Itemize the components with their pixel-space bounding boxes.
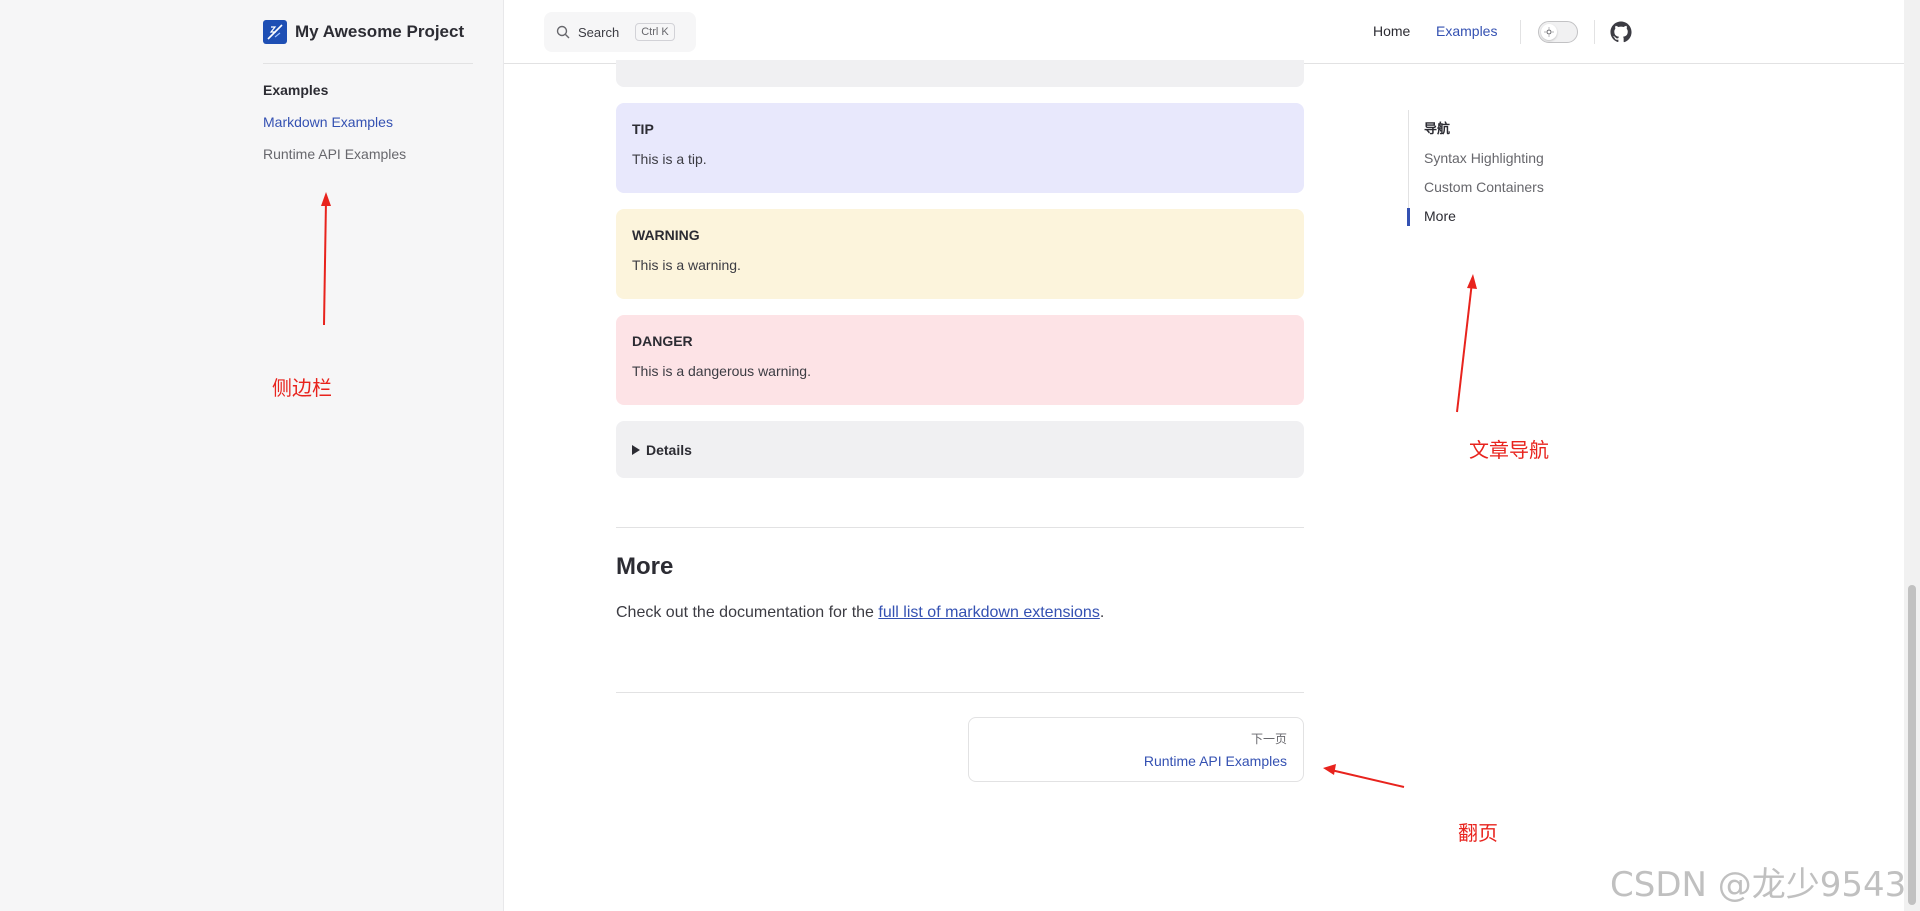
page-outline: 导航 Syntax Highlighting Custom Containers… — [1407, 110, 1608, 226]
nav-link-home[interactable]: Home — [1373, 23, 1410, 39]
section-title-more: More — [616, 553, 674, 580]
sidebar: My Awesome Project Examples Markdown Exa… — [0, 0, 504, 911]
triangle-right-icon — [632, 444, 640, 455]
outline-active-marker — [1407, 208, 1410, 226]
next-page-desc: 下一页 — [1250, 732, 1287, 746]
section-divider — [616, 527, 1304, 528]
watermark: CSDN @龙少9543 — [1610, 865, 1907, 905]
scrollbar[interactable] — [1904, 0, 1920, 911]
outline-item-more[interactable]: More — [1407, 208, 1608, 226]
brand-title: My Awesome Project — [295, 22, 465, 41]
warning-title: WARNING — [632, 227, 700, 243]
outline-item-syntax-highlighting[interactable]: Syntax Highlighting — [1424, 150, 1608, 166]
sidebar-item-runtime-api-examples[interactable]: Runtime API Examples — [263, 146, 406, 162]
logo-icon — [263, 20, 287, 44]
outline-title: 导航 — [1424, 121, 1451, 136]
warning-body: This is a warning. — [632, 257, 741, 273]
outline-arrow — [1456, 274, 1477, 413]
sidebar-item-markdown-examples[interactable]: Markdown Examples — [263, 114, 393, 130]
top-navbar: Search Ctrl K Home Examples — [504, 0, 1904, 64]
annotation-outline: 文章导航 — [1469, 438, 1549, 462]
more-paragraph: Check out the documentation for the full… — [616, 604, 1104, 622]
outline-item-more-label: More — [1424, 208, 1456, 224]
github-icon[interactable] — [1610, 21, 1632, 48]
previous-container-bottom — [616, 60, 1304, 87]
next-page-link[interactable]: 下一页 Runtime API Examples — [968, 717, 1304, 782]
paragraph-text: Check out the documentation for the — [616, 604, 879, 621]
next-page-title: Runtime API Examples — [1143, 753, 1287, 769]
search-button[interactable]: Search Ctrl K — [544, 12, 696, 52]
tip-container: TIP This is a tip. — [616, 103, 1304, 193]
danger-title: DANGER — [632, 333, 693, 349]
tip-title: TIP — [632, 121, 654, 137]
brand-link[interactable]: My Awesome Project — [263, 20, 464, 44]
pager-arrow — [1323, 764, 1405, 788]
sidebar-divider — [263, 63, 473, 64]
markdown-extensions-link[interactable]: full list of markdown extensions — [878, 604, 1099, 621]
search-shortcut: Ctrl K — [635, 23, 675, 41]
nav-link-examples[interactable]: Examples — [1436, 23, 1497, 39]
tip-body: This is a tip. — [632, 151, 707, 167]
paragraph-end: . — [1099, 604, 1105, 621]
nav-divider — [1520, 20, 1521, 44]
outline-item-custom-containers[interactable]: Custom Containers — [1424, 179, 1608, 195]
sun-icon — [1541, 24, 1557, 40]
details-container[interactable]: Details — [616, 421, 1304, 478]
annotation-sidebar: 侧边栏 — [272, 376, 332, 400]
warning-container: WARNING This is a warning. — [616, 209, 1304, 299]
search-label: Search — [578, 24, 620, 40]
scrollbar-thumb[interactable] — [1908, 585, 1916, 905]
danger-container: DANGER This is a dangerous warning. — [616, 315, 1304, 405]
nav-divider — [1594, 20, 1595, 44]
danger-body: This is a dangerous warning. — [632, 363, 811, 379]
details-label: Details — [646, 441, 692, 458]
sidebar-section-heading: Examples — [263, 82, 329, 98]
search-icon — [556, 25, 570, 39]
footer-divider — [616, 692, 1304, 693]
appearance-toggle[interactable] — [1538, 21, 1578, 43]
annotation-pager: 翻页 — [1458, 821, 1498, 845]
